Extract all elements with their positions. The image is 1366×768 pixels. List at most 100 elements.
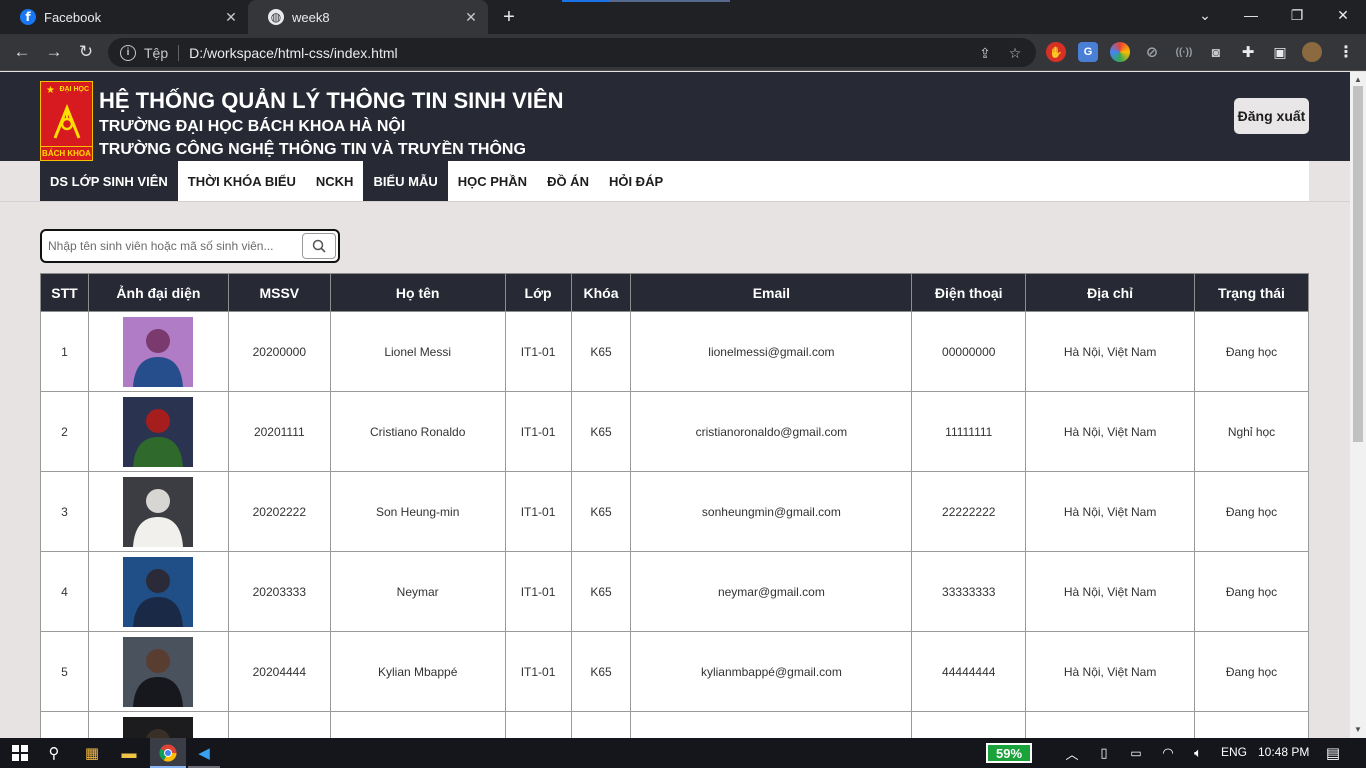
reload-button[interactable]: ↻ (74, 40, 98, 64)
forward-button[interactable]: → (42, 40, 66, 64)
new-tab-button[interactable]: + (498, 6, 520, 28)
share-icon[interactable]: ⇪ (976, 44, 994, 62)
extensions-puzzle-icon[interactable]: ✚ (1238, 42, 1258, 62)
table-row[interactable]: 2 20201111 Cristiano Ronaldo IT1-01 K65 crist… (40, 391, 1309, 472)
column-header-cohort: Khóa (570, 273, 632, 312)
extension-stop-icon[interactable]: ✋ (1046, 42, 1066, 62)
student-id-cell (227, 711, 331, 738)
avatar-cell (87, 631, 229, 712)
university-logo[interactable]: ★ ĐẠI HỌC BÁCH KHOA (40, 81, 93, 161)
student-id-cell: 20201111 (227, 391, 331, 472)
bookmark-star-icon[interactable]: ☆ (1006, 44, 1024, 62)
class-name-cell: IT1-01 (504, 471, 572, 552)
volume-icon[interactable]: 🔈︎ (1186, 741, 1210, 765)
table-row[interactable]: 3 20202222 Son Heung-min IT1-01 K65 sonheungm… (40, 471, 1309, 552)
status-cell: Đang học (1194, 551, 1309, 632)
tab-facebook[interactable]: f Facebook ✕ (0, 0, 248, 34)
device-icon[interactable]: ▯ (1092, 741, 1116, 765)
avatar-cell (87, 551, 229, 632)
search-input[interactable] (48, 237, 298, 255)
student-photo[interactable] (123, 316, 194, 387)
tab-search-icon[interactable]: ⌄ (1182, 0, 1228, 30)
nav-item-faq[interactable]: HỎI ĐÁP (599, 161, 673, 201)
nav-item-courses[interactable]: HỌC PHẦN (448, 161, 537, 201)
color-picker-icon[interactable] (1110, 42, 1130, 62)
close-tab-icon[interactable]: ✕ (462, 8, 480, 26)
scroll-down-icon[interactable]: ▼ (1353, 725, 1363, 735)
class-name-cell (504, 711, 572, 738)
avatar-cell (87, 391, 229, 472)
student-photo[interactable] (123, 716, 194, 739)
file-explorer-icon[interactable]: ▬ (117, 741, 141, 765)
email-cell: kylianmbappé@gmail.com (630, 631, 913, 712)
maximize-button[interactable]: ❐ (1274, 0, 1320, 30)
search-icon[interactable]: ⚲ (42, 741, 66, 765)
minimize-button[interactable]: — (1228, 0, 1274, 30)
university-name: TRƯỜNG ĐẠI HỌC BÁCH KHOA HÀ NỘI (99, 118, 406, 135)
student-name-cell: Lionel Messi (329, 311, 506, 392)
status-cell: Đang học (1194, 631, 1309, 712)
chevron-up-icon[interactable]: ︿ (1060, 741, 1084, 765)
nav-item-research[interactable]: NCKH (306, 161, 364, 201)
table-row[interactable]: 5 20204444 Kylian Mbappé IT1-01 K65 kylianmba… (40, 631, 1309, 712)
vscode-icon[interactable]: ◀ (192, 741, 216, 765)
chrome-icon[interactable] (156, 741, 180, 765)
wifi-icon[interactable]: ◠ (1156, 741, 1180, 765)
table-row[interactable]: 4 20203333 Neymar IT1-01 K65 neymar@gmail.com… (40, 551, 1309, 632)
notification-icon[interactable]: ▤ (1321, 741, 1345, 765)
back-button[interactable]: ← (10, 40, 34, 64)
student-photo[interactable] (123, 556, 194, 627)
scrollbar-thumb[interactable] (1353, 86, 1363, 442)
windows-start-icon[interactable] (8, 741, 32, 765)
battery-status[interactable]: 59% (986, 743, 1032, 763)
tab-week8[interactable]: ◍ week8 ✕ (248, 0, 488, 34)
class-name-cell: IT1-01 (504, 311, 572, 392)
student-photo[interactable] (123, 476, 194, 547)
profile-avatar[interactable] (1302, 42, 1322, 62)
cohort-cell (570, 711, 632, 738)
cohort-cell: K65 (570, 631, 632, 712)
student-photo[interactable] (123, 396, 194, 467)
close-tab-icon[interactable]: ✕ (222, 8, 240, 26)
site-header: ★ ĐẠI HỌC BÁCH KHOA HỆ THỐNG QUẢN LÝ THÔ… (0, 72, 1350, 161)
nav-item-student-list[interactable]: DS LỚP SINH VIÊN (40, 161, 178, 201)
student-photo[interactable] (123, 636, 194, 707)
student-table: STT Ảnh đại diện MSSV Họ tên Lớp Khóa Em… (40, 273, 1309, 738)
column-header-name: Họ tên (329, 273, 506, 312)
loading-indicator-track (610, 0, 730, 2)
table-row[interactable] (40, 711, 1309, 739)
phone-cell: 33333333 (911, 551, 1027, 632)
search-button[interactable] (302, 233, 336, 259)
close-window-button[interactable]: ✕ (1320, 0, 1366, 30)
clock[interactable]: 10:48 PM (1258, 745, 1309, 759)
email-cell: lionelmessi@gmail.com (630, 311, 913, 392)
input-language[interactable]: ENG (1221, 745, 1247, 759)
nav-item-timetable[interactable]: THỜI KHÓA BIỂU (178, 161, 306, 201)
student-name-cell: Neymar (329, 551, 506, 632)
nav-item-projects[interactable]: ĐỒ ÁN (537, 161, 599, 201)
column-header-status: Trạng thái (1194, 273, 1309, 312)
cast-icon[interactable]: ((·)) (1174, 42, 1194, 62)
nav-item-forms[interactable]: BIỂU MẪU (363, 161, 448, 201)
store-icon[interactable]: ▦ (80, 741, 104, 765)
address-bar[interactable]: i Tệp D:/workspace/html-css/index.html ⇪… (108, 38, 1036, 67)
column-header-student-id: MSSV (227, 273, 331, 312)
google-translate-icon[interactable]: G (1078, 42, 1098, 62)
phone-cell: 11111111 (911, 391, 1027, 472)
table-row[interactable]: 1 20200000 Lionel Messi IT1-01 K65 lionelmess… (40, 311, 1309, 392)
page-scrollbar[interactable]: ▲ ▼ (1350, 72, 1366, 738)
row-index-cell: 1 (40, 311, 89, 392)
more-menu-icon[interactable]: ⋮ (1336, 42, 1356, 62)
logout-button[interactable]: Đăng xuất (1234, 98, 1309, 134)
url-text[interactable]: D:/workspace/html-css/index.html (189, 45, 398, 61)
scroll-up-icon[interactable]: ▲ (1353, 75, 1363, 85)
student-name-cell: Son Heung-min (329, 471, 506, 552)
camera-icon[interactable]: ◙ (1206, 42, 1226, 62)
status-cell: Nghỉ học (1194, 391, 1309, 472)
info-icon[interactable]: i (120, 44, 136, 61)
email-cell: sonheungmin@gmail.com (630, 471, 913, 552)
logo-bottom-text: BÁCH KHOA (41, 146, 92, 160)
side-panel-icon[interactable]: ▣ (1270, 42, 1290, 62)
battery-icon[interactable]: ▭ (1124, 741, 1148, 765)
compass-icon[interactable]: ⊘ (1142, 42, 1162, 62)
